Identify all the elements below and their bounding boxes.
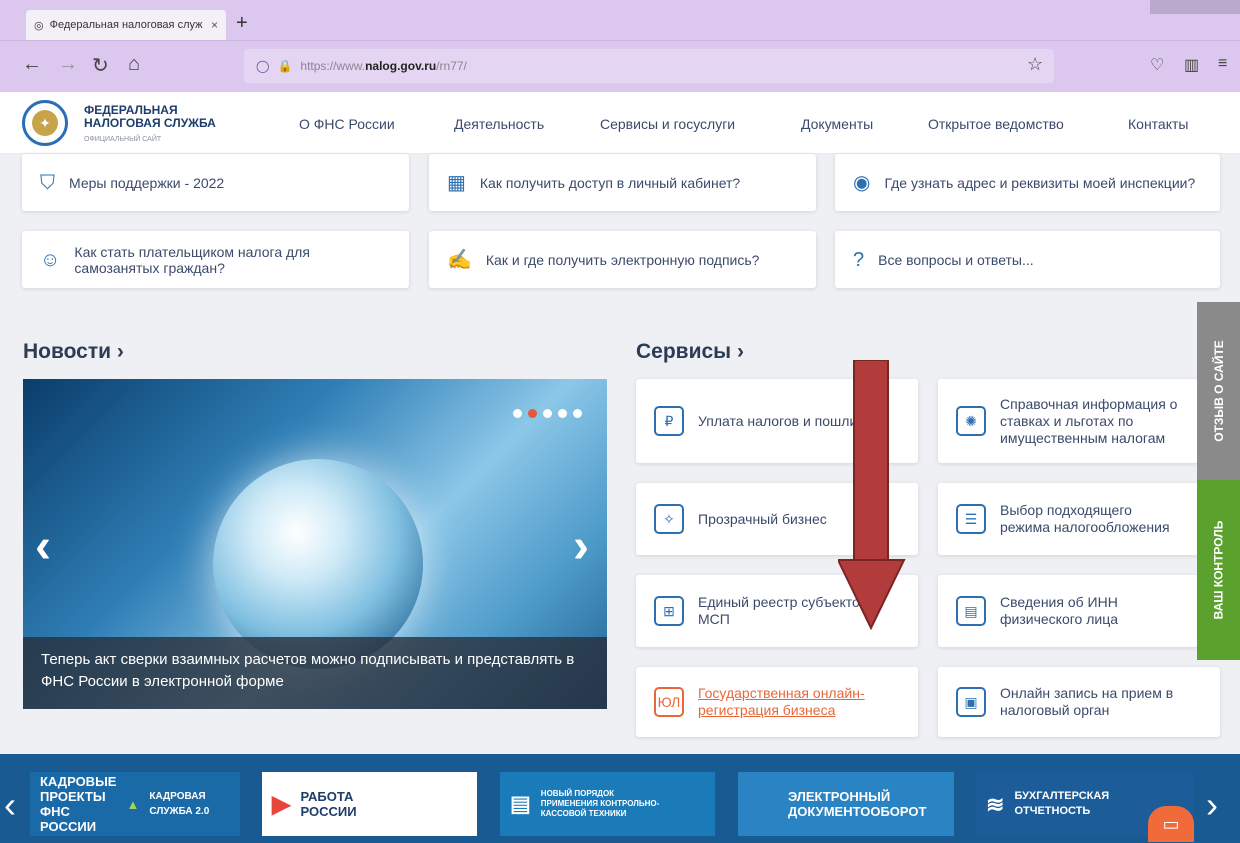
window-controls[interactable] [1150, 0, 1240, 14]
quick-link-signature[interactable]: ✍ Как и где получить электронную подпись… [429, 231, 816, 288]
emblem-icon: ◉ [853, 171, 871, 194]
lamp-icon: ✧ [654, 504, 684, 534]
banner-carousel: ‹ КАДРОВЫЕ ПРОЕКТЫ ФНС РОССИИ ▲ КАДРОВАЯ… [0, 754, 1240, 843]
emblem-dots-icon: ✺ [956, 406, 986, 436]
slider-prev-icon[interactable]: ‹ [35, 519, 51, 574]
logo-subtitle: ОФИЦИАЛЬНЫЙ САЙТ [84, 136, 162, 143]
cabinet-icon: ▦ [447, 171, 466, 194]
tracking-shield-icon[interactable]: ◯ [256, 59, 269, 73]
banner-cash-register[interactable]: ▤ НОВЫЙ ПОРЯДОК ПРИМЕНЕНИЯ КОНТРОЛЬНО-КА… [500, 772, 715, 836]
slider-dot[interactable] [573, 409, 582, 418]
new-tab-button[interactable]: + [236, 12, 248, 35]
news-caption[interactable]: Теперь акт сверки взаимных расчетов можн… [23, 637, 607, 709]
pocket-icon[interactable]: ♡ [1150, 55, 1164, 75]
tab-title: Федеральная налоговая служ [49, 19, 203, 31]
calendar-door-icon: ▣ [956, 687, 986, 717]
menu-contacts[interactable]: Контакты [1128, 116, 1188, 132]
news-slider[interactable]: ‹ › Теперь акт сверки взаимных расчетов … [23, 379, 607, 709]
banner-next-icon[interactable]: › [1206, 784, 1218, 826]
sliders-icon: ☰ [956, 504, 986, 534]
slider-dot-active[interactable] [528, 409, 537, 418]
home-icon[interactable]: ⌂ [128, 53, 140, 76]
browser-toolbar: ← → ↻ ⌂ ◯ 🔒 https://www.nalog.gov.ru/rn7… [0, 40, 1240, 92]
quick-link-selfemployed[interactable]: ☺ Как стать плательщиком налога для само… [22, 231, 409, 288]
chat-icon[interactable]: ▭ [1148, 806, 1194, 842]
service-property-tax-info[interactable]: ✺ Справочная информация о ставках и льго… [938, 379, 1198, 463]
slider-next-icon[interactable]: › [573, 519, 589, 574]
browser-tab[interactable]: ◎ Федеральная налоговая служ × [26, 10, 226, 40]
slider-dots[interactable] [513, 409, 582, 418]
site-favicon-icon: ◎ [34, 19, 44, 32]
reload-icon[interactable]: ↻ [92, 53, 109, 78]
quick-link-support[interactable]: ⛉ Меры поддержки - 2022 [22, 154, 409, 211]
registration-doc-icon: ЮЛ [654, 687, 684, 717]
url-bar[interactable]: ◯ 🔒 https://www.nalog.gov.ru/rn77/ [244, 49, 1054, 83]
back-icon[interactable]: ← [22, 53, 42, 76]
signature-icon: ✍ [447, 248, 472, 271]
browser-tab-bar: ◎ Федеральная налоговая служ × + [0, 0, 1240, 40]
menu-activity[interactable]: Деятельность [454, 116, 544, 132]
service-online-registration[interactable]: ЮЛ Государственная онлайн-регистрация би… [636, 667, 918, 737]
arrows-logo-icon: ▶ [272, 790, 291, 818]
reader-view-icon[interactable]: ▥ [1184, 55, 1199, 75]
close-tab-icon[interactable]: × [211, 18, 218, 32]
news-heading[interactable]: Новости › [23, 340, 124, 364]
service-tax-regime[interactable]: ☰ Выбор подходящего режима налогообложен… [938, 483, 1198, 555]
control-side-tab[interactable]: ВАШ КОНТРОЛЬ [1197, 480, 1240, 660]
banner-hr-projects[interactable]: КАДРОВЫЕ ПРОЕКТЫ ФНС РОССИИ ▲ КАДРОВАЯ С… [30, 772, 240, 836]
menu-documents[interactable]: Документы [801, 116, 873, 132]
menu-open-agency[interactable]: Открытое ведомство [928, 116, 1064, 132]
quick-link-faq[interactable]: ? Все вопросы и ответы... [835, 231, 1220, 288]
people-icon: ☺ [40, 248, 61, 271]
quick-link-cabinet[interactable]: ▦ Как получить доступ в личный кабинет? [429, 154, 816, 211]
eagle-icon: ✦ [32, 110, 58, 136]
slider-dot[interactable] [513, 409, 522, 418]
slider-dot[interactable] [543, 409, 552, 418]
quick-link-inspection[interactable]: ◉ Где узнать адрес и реквизиты моей инсп… [835, 154, 1220, 211]
network-icon: ⊞ [654, 596, 684, 626]
document-icon: ▤ [956, 596, 986, 626]
url-text: https://www.nalog.gov.ru/rn77/ [300, 59, 467, 73]
banner-rabota-rossii[interactable]: ▶ РАБОТА РОССИИ [262, 772, 477, 836]
banner-edo[interactable]: ЭЛЕКТРОННЫЙ ДОКУМЕНТООБОРОТ [738, 772, 954, 836]
red-down-arrow-annotation [838, 360, 906, 630]
online-registration-link[interactable]: Государственная онлайн-регистрация бизне… [698, 685, 900, 719]
bookmark-star-icon[interactable]: ☆ [1027, 54, 1043, 75]
forward-icon[interactable]: → [58, 53, 78, 76]
payment-icon: ₽ [654, 406, 684, 436]
site-header: ✦ ФЕДЕРАЛЬНАЯ НАЛОГОВАЯ СЛУЖБА ОФИЦИАЛЬНЫ… [0, 92, 1240, 154]
service-appointment[interactable]: ▣ Онлайн запись на прием в налоговый орг… [938, 667, 1220, 737]
banner-prev-icon[interactable]: ‹ [4, 784, 16, 826]
menu-about[interactable]: О ФНС России [299, 116, 395, 132]
menu-icon[interactable]: ≡ [1218, 55, 1227, 73]
service-inn-info[interactable]: ▤ Сведения об ИНН физического лица [938, 575, 1198, 647]
menu-services[interactable]: Сервисы и госуслуги [600, 116, 735, 132]
feedback-side-tab[interactable]: ОТЗЫВ О САЙТЕ [1197, 302, 1240, 480]
cash-register-icon: ▤ [510, 791, 531, 816]
services-heading[interactable]: Сервисы › [636, 340, 744, 364]
question-icon: ? [853, 248, 865, 271]
rocket-icon: ▲ [126, 796, 140, 812]
lock-icon[interactable]: 🔒 [277, 59, 292, 73]
logo-title[interactable]: ФЕДЕРАЛЬНАЯ НАЛОГОВАЯ СЛУЖБА [84, 104, 244, 130]
slider-dot[interactable] [558, 409, 567, 418]
fns-logo[interactable]: ✦ [22, 100, 68, 146]
layers-icon: ≋ [986, 791, 1005, 817]
shield-icon: ⛉ [40, 171, 55, 194]
